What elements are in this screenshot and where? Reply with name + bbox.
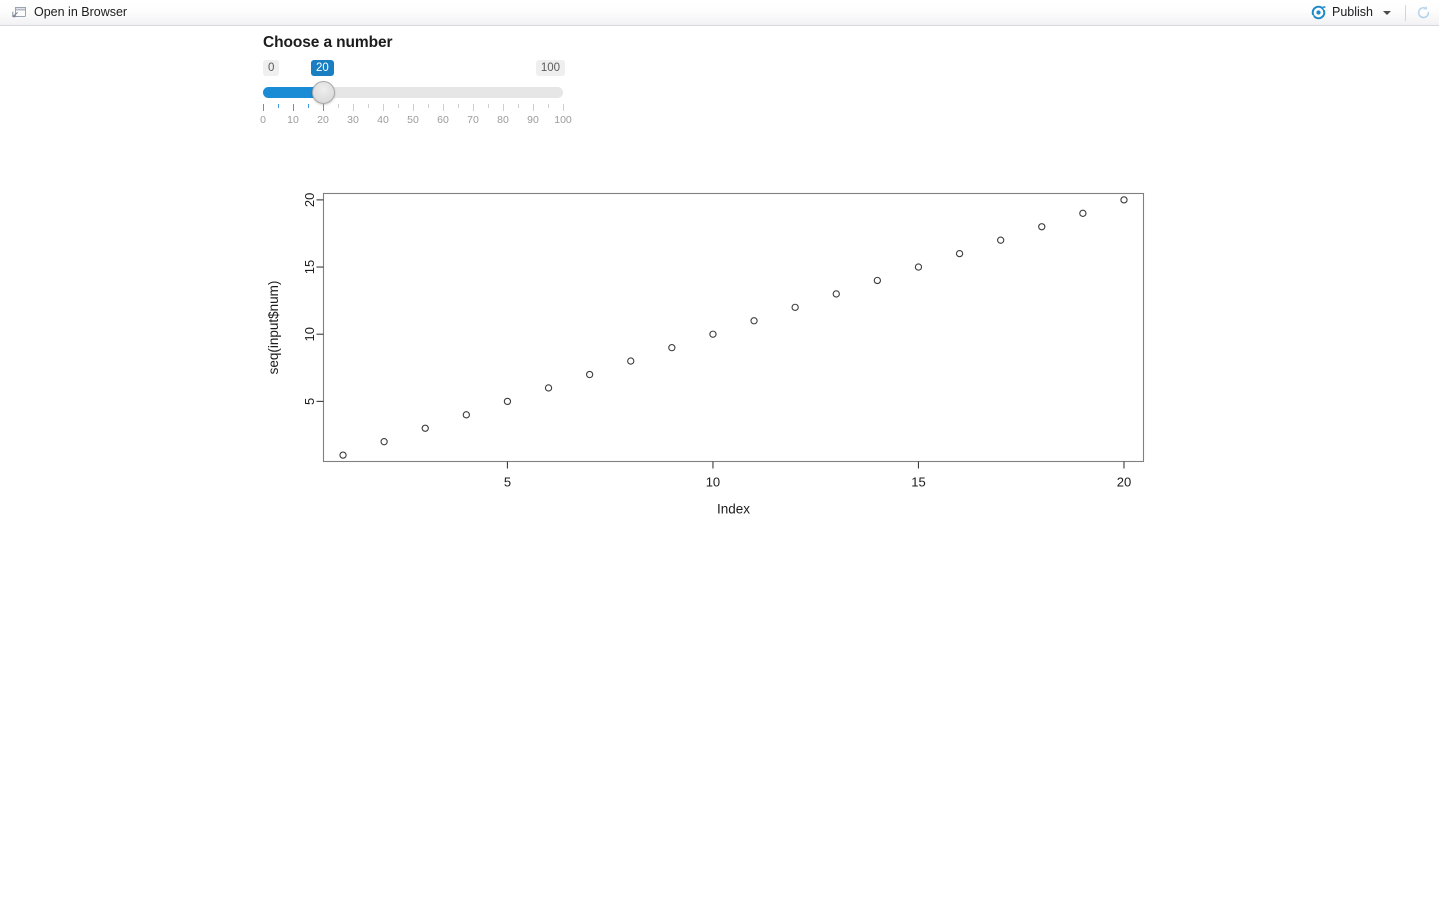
data-point	[791, 303, 799, 311]
data-point	[503, 397, 512, 406]
app-toolbar: Open in Browser Publish	[0, 0, 1439, 26]
chevron-down-icon[interactable]	[1383, 10, 1391, 15]
data-point	[709, 330, 717, 338]
data-point	[1120, 196, 1128, 204]
data-point	[668, 344, 676, 352]
x-axis-tick-label: 5	[504, 475, 511, 490]
open-in-browser-button[interactable]: Open in Browser	[6, 4, 132, 21]
data-point	[997, 236, 1005, 244]
open-in-browser-icon	[11, 5, 27, 20]
data-points	[339, 196, 1128, 459]
y-axis-label: seq(input$num)	[266, 281, 281, 375]
y-axis-tick-label: 20	[302, 193, 317, 207]
y-axis-tick-label: 5	[302, 398, 317, 405]
data-point	[832, 290, 840, 298]
data-point	[462, 411, 470, 419]
data-point	[585, 370, 594, 379]
x-axis-tick-label: 15	[911, 475, 925, 490]
plot-output-container: 5 10 15 20 5 10 15 20 Index seq(input$num)	[0, 26, 1439, 901]
data-point	[627, 357, 635, 365]
shiny-app-body: Choose a number 0 20 100 0 10 20 30 40 50 60 70…	[0, 26, 1439, 901]
scatter-plot: 5 10 15 20 5 10 15 20 Index seq(input$num)	[266, 192, 1145, 517]
data-point	[544, 384, 553, 392]
data-point	[914, 263, 923, 271]
x-axis-tick-label: 20	[1117, 475, 1131, 490]
data-point	[339, 451, 347, 459]
x-axis-tick-label: 10	[706, 475, 720, 490]
data-point	[873, 276, 882, 285]
data-point	[421, 424, 429, 432]
y-axis-tick-label: 10	[302, 327, 317, 341]
publish-icon	[1311, 5, 1326, 20]
plot-box	[322, 192, 1145, 463]
y-axis-tick-label: 15	[302, 260, 317, 274]
toolbar-right-group: Publish	[1307, 4, 1439, 21]
open-in-browser-label: Open in Browser	[34, 5, 128, 20]
toolbar-left-group: Open in Browser	[0, 4, 132, 21]
data-point	[1079, 209, 1087, 217]
data-point	[380, 438, 388, 446]
data-point	[1038, 223, 1046, 231]
data-point	[750, 317, 758, 325]
refresh-icon[interactable]	[1416, 5, 1431, 20]
publish-button[interactable]: Publish	[1307, 4, 1395, 21]
data-point	[955, 249, 964, 258]
publish-label: Publish	[1332, 5, 1373, 20]
toolbar-separator	[1405, 4, 1406, 21]
x-axis-label: Index	[717, 502, 750, 517]
